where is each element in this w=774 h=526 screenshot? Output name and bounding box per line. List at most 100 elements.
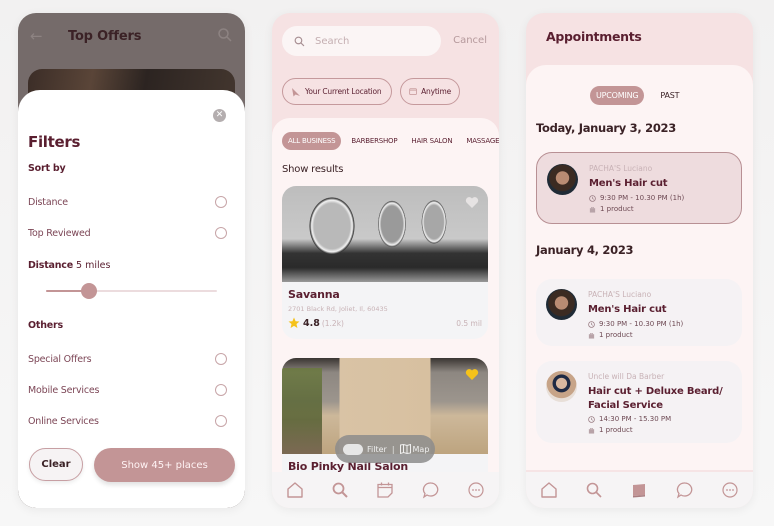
filter-label[interactable]: Filter — [367, 445, 387, 454]
appointment-card[interactable]: PACHA'S Luciano Men's Hair cut 9:30 PM -… — [536, 152, 742, 224]
tab-upcoming[interactable]: UPCOMING — [590, 86, 645, 105]
products-text: 1 product — [599, 426, 633, 434]
radio-button[interactable] — [215, 384, 227, 396]
radio-button[interactable] — [215, 227, 227, 239]
search-icon[interactable] — [331, 481, 349, 499]
chat-icon[interactable] — [676, 481, 694, 499]
toggle-switch[interactable] — [343, 443, 363, 455]
distance-value: 5 miles — [76, 260, 111, 271]
page-title: Appointments — [546, 29, 642, 44]
option-label: Online Services — [28, 415, 99, 427]
filter-map-toggle[interactable]: Filter | Map — [335, 435, 435, 463]
arrow-left-icon[interactable]: ← — [30, 28, 46, 44]
location-chip[interactable]: Your Current Location — [282, 78, 392, 105]
heart-icon[interactable] — [465, 196, 479, 209]
service-name: Men's Hair cut — [588, 304, 667, 315]
close-icon[interactable]: ✕ — [213, 109, 226, 122]
date-heading: Today, January 3, 2023 — [536, 121, 676, 135]
radio-button[interactable] — [215, 353, 227, 365]
tab-barbershop[interactable]: BARBERSHOP — [351, 137, 397, 145]
time-text: 14:30 PM - 15.30 PM — [599, 415, 672, 423]
option-online-services[interactable]: Online Services — [28, 414, 227, 428]
option-label: Distance — [28, 196, 68, 208]
distance-slider[interactable] — [46, 283, 217, 299]
option-label: Special Offers — [28, 353, 92, 365]
service-name: Men's Hair cut — [589, 178, 668, 189]
clock-icon — [589, 194, 596, 202]
appointment-products: 1 product — [588, 331, 633, 339]
distance-title: Distance — [28, 260, 73, 271]
star-icon — [288, 317, 300, 328]
date-heading: January 4, 2023 — [536, 243, 634, 257]
appointment-card[interactable]: Uncle will Da Barber Hair cut + Deluxe B… — [536, 361, 742, 443]
review-count: (1.2k) — [321, 318, 344, 328]
slider-thumb[interactable] — [80, 283, 97, 299]
search-screen: Search Cancel Your Current Location Anyt… — [272, 13, 499, 508]
result-card[interactable]: Bio Pinky Nail Salon — [282, 358, 488, 488]
appointment-card[interactable]: PACHA'S Luciano Men's Hair cut 9:30 PM -… — [536, 279, 742, 346]
chat-icon[interactable] — [422, 481, 440, 499]
avatar — [546, 289, 577, 320]
calendar-icon[interactable] — [376, 481, 394, 499]
shop-name: PACHA'S Luciano — [588, 290, 652, 299]
tab-all-business[interactable]: ALL BUSINESS — [282, 132, 342, 150]
products-text: 1 product — [599, 331, 633, 339]
shop-name: PACHA'S Luciano — [589, 164, 653, 173]
appointment-time: 9:30 PM - 10.30 PM (1h) — [588, 320, 683, 328]
option-mobile-services[interactable]: Mobile Services — [28, 383, 227, 397]
map-icon — [399, 444, 411, 454]
sort-option-top-reviewed[interactable]: Top Reviewed — [28, 226, 227, 240]
calendar-icon[interactable] — [630, 481, 648, 499]
others-label: Others — [28, 320, 63, 331]
search-icon[interactable] — [217, 27, 233, 43]
bottom-nav — [526, 470, 753, 508]
filters-sheet: ✕ Filters Sort by Distance Top Reviewed … — [18, 90, 245, 508]
separator: | — [391, 444, 395, 454]
search-icon — [294, 36, 305, 46]
heart-icon[interactable] — [465, 368, 479, 381]
bag-icon — [589, 206, 596, 213]
sort-option-distance[interactable]: Distance — [28, 195, 227, 209]
radio-button[interactable] — [215, 415, 227, 427]
time-text: 9:30 PM - 10.30 PM (1h) — [600, 194, 685, 202]
results-heading: Show results — [282, 164, 344, 175]
service-name: Hair cut + Deluxe Beard/ Facial Service — [588, 386, 723, 411]
bag-icon — [588, 427, 595, 434]
search-placeholder: Search — [315, 35, 350, 47]
search-icon[interactable] — [585, 481, 603, 499]
search-input[interactable]: Search — [282, 26, 441, 56]
appointments-panel: UPCOMING PAST Today, January 3, 2023 PAC… — [526, 65, 753, 470]
distance-label: Distance 5 miles — [28, 260, 110, 271]
map-label[interactable]: Map — [413, 445, 430, 454]
more-icon[interactable] — [467, 481, 485, 499]
tab-hair-salon[interactable]: HAIR SALON — [411, 137, 452, 145]
clock-icon — [588, 415, 595, 423]
appointment-products: 1 product — [589, 205, 634, 213]
filters-screen: ← Top Offers ✕ Filters Sort by Distance … — [18, 13, 245, 508]
home-icon[interactable] — [286, 481, 304, 499]
clock-icon — [588, 320, 595, 328]
bag-icon — [588, 332, 595, 339]
anytime-chip[interactable]: Anytime — [400, 78, 460, 105]
clear-button[interactable]: Clear — [29, 448, 83, 481]
radio-button[interactable] — [215, 196, 227, 208]
avatar — [546, 371, 577, 402]
tab-massage[interactable]: MASSAGE — [466, 137, 499, 145]
option-label: Mobile Services — [28, 384, 100, 396]
calendar-icon — [409, 88, 417, 95]
chip-label: Your Current Location — [305, 87, 382, 96]
salon-photo — [282, 186, 488, 282]
tab-past[interactable]: PAST — [660, 91, 679, 100]
segment-control: UPCOMING PAST — [590, 86, 680, 105]
home-icon[interactable] — [540, 481, 558, 499]
more-icon[interactable] — [721, 481, 739, 499]
cancel-button[interactable]: Cancel — [453, 35, 487, 46]
appointments-screen: Appointments UPCOMING PAST Today, Januar… — [526, 13, 753, 508]
page-title: Top Offers — [68, 28, 142, 44]
rating-value: 4.8 — [303, 317, 320, 329]
show-places-button[interactable]: Show 45+ places — [94, 448, 235, 482]
result-card[interactable]: Savanna 2701 Black Rd, Joliet, Il, 60435… — [282, 186, 488, 339]
distance: 0.5 mil — [456, 318, 482, 328]
appointment-products: 1 product — [588, 426, 633, 434]
option-special-offers[interactable]: Special Offers — [28, 352, 227, 366]
